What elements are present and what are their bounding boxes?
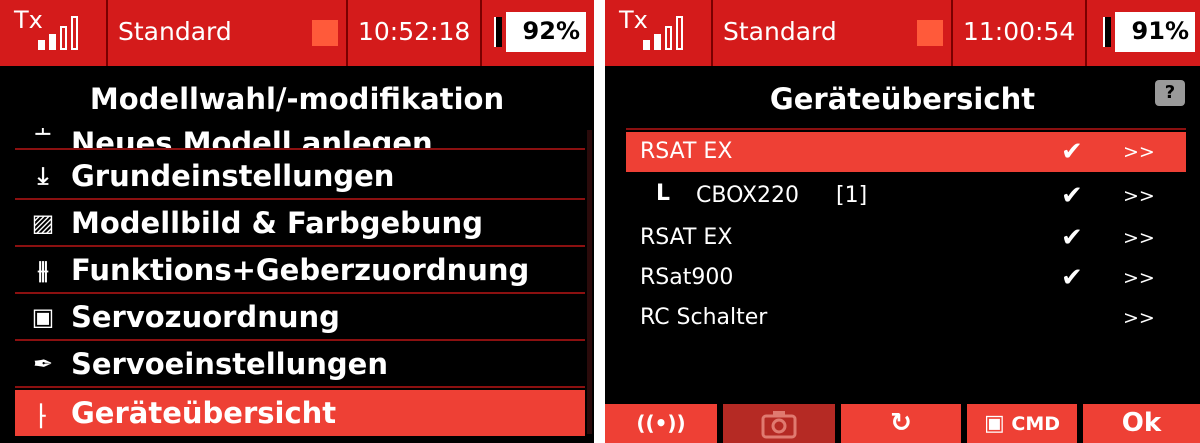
status-bar: Tx Standard 10:52:18 92%: [0, 0, 594, 66]
download-icon: ⤓: [37, 162, 49, 190]
device-name: RC Schalter: [640, 305, 768, 330]
menu-item-function-assignment[interactable]: ⫵ Funktions+Geberzuordnung: [15, 248, 585, 294]
device-overview-screen: Tx Standard 11:00:54 91% Geräteübersicht…: [605, 0, 1200, 443]
wireless-icon: ((•)): [636, 411, 686, 435]
signal-strength-icon: [38, 14, 98, 50]
device-icon: ▣: [983, 411, 1005, 436]
device-index: [1]: [836, 183, 868, 208]
wireless-button[interactable]: ((•)): [605, 404, 717, 443]
menu-item-label: Modellbild & Farbgebung: [71, 206, 483, 240]
menu-item-basic-settings[interactable]: ⤓ Grundeinstellungen: [15, 154, 585, 200]
camera-icon: [761, 410, 797, 438]
device-row[interactable]: RSAT EX ✔ >>: [626, 218, 1186, 258]
battery-level: 91%: [1103, 12, 1195, 52]
device-row[interactable]: RSAT EX ✔ >>: [626, 132, 1186, 172]
model-name: Standard: [118, 17, 232, 46]
servo-arm-icon: ✒: [32, 350, 54, 378]
open-details-button[interactable]: >>: [1123, 267, 1155, 289]
menu-item-new-model[interactable]: ┴ Neues Modell anlegen: [15, 128, 585, 150]
device-row[interactable]: RC Schalter >>: [626, 298, 1186, 338]
check-icon: ✔: [1061, 223, 1083, 253]
record-indicator-icon: [917, 20, 943, 46]
open-details-button[interactable]: >>: [1123, 227, 1155, 249]
open-details-button[interactable]: >>: [1123, 307, 1155, 329]
device-row[interactable]: RSat900 ✔ >>: [626, 258, 1186, 298]
refresh-button[interactable]: ↻: [841, 404, 961, 443]
device-row[interactable]: L CBOX220 [1] ✔ >>: [626, 176, 1186, 216]
device-tree-icon: ⸠: [36, 399, 50, 428]
divider: [626, 128, 1186, 130]
menu-item-device-overview[interactable]: ⸠ Geräteübersicht: [15, 390, 585, 436]
menu-item-label: Geräteübersicht: [71, 396, 337, 430]
image-icon: ▨: [31, 209, 55, 237]
menu-item-model-image[interactable]: ▨ Modellbild & Farbgebung: [15, 201, 585, 247]
model-selection-screen: Tx Standard 10:52:18 92% Modellwahl/-mod…: [0, 0, 594, 443]
device-name: RSAT EX: [640, 139, 733, 164]
new-model-icon: ┴: [35, 128, 51, 148]
scrollbar[interactable]: [587, 130, 592, 434]
check-icon: ✔: [1061, 263, 1083, 293]
page-title: Modellwahl/-modifikation: [89, 82, 505, 116]
check-icon: ✔: [1061, 137, 1083, 167]
menu-item-label: Servoeinstellungen: [71, 347, 388, 381]
menu-item-label: Neues Modell anlegen: [71, 128, 433, 150]
open-details-button[interactable]: >>: [1123, 185, 1155, 207]
refresh-icon: ↻: [890, 408, 912, 438]
open-details-button[interactable]: >>: [1123, 141, 1155, 163]
cmd-label: CMD: [1011, 413, 1061, 435]
menu-item-label: Grundeinstellungen: [71, 159, 395, 193]
page-title: Geräteübersicht: [769, 82, 1036, 116]
device-name: RSAT EX: [640, 225, 733, 250]
menu-item-servo-settings[interactable]: ✒ Servoeinstellungen: [15, 342, 585, 388]
menu-item-label: Funktions+Geberzuordnung: [71, 253, 530, 287]
clock-time: 11:00:54: [963, 17, 1076, 46]
cmd-button[interactable]: ▣ CMD: [967, 404, 1077, 443]
ok-button[interactable]: Ok: [1083, 404, 1200, 443]
status-bar: Tx Standard 11:00:54 91%: [605, 0, 1200, 66]
record-indicator-icon: [312, 20, 338, 46]
servo-icon: ▣: [31, 303, 55, 331]
signal-strength-icon: [643, 14, 703, 50]
help-button[interactable]: ?: [1155, 80, 1185, 106]
model-name: Standard: [723, 17, 837, 46]
camera-button[interactable]: [723, 404, 835, 443]
device-name: RSat900: [640, 265, 734, 290]
clock-time: 10:52:18: [358, 17, 471, 46]
menu-item-servo-assignment[interactable]: ▣ Servozuordnung: [15, 295, 585, 341]
device-name: CBOX220: [696, 183, 800, 208]
tree-branch-icon: L: [656, 181, 671, 206]
battery-level: 92%: [494, 12, 586, 52]
sliders-icon: ⫵: [37, 256, 49, 284]
menu-item-label: Servozuordnung: [71, 300, 340, 334]
check-icon: ✔: [1061, 181, 1083, 211]
